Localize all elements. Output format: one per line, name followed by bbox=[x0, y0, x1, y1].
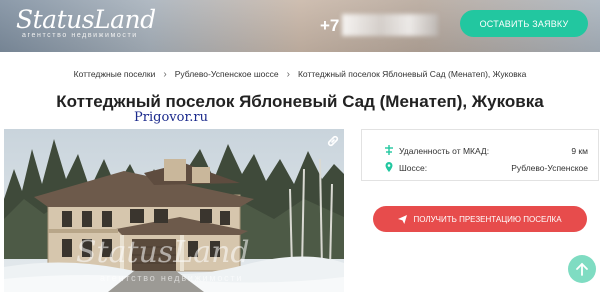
site-header: StatusLand агентство недвижимости +7 ОСТ… bbox=[0, 0, 600, 52]
photo-watermark-tagline: агентство недвижимости bbox=[100, 273, 244, 283]
paper-plane-icon bbox=[398, 214, 408, 224]
breadcrumb-item[interactable]: Коттеджные поселки bbox=[74, 69, 156, 79]
phone-number-blurred bbox=[342, 14, 438, 36]
map-pin-icon bbox=[385, 162, 393, 172]
info-row-distance: Удаленность от МКАД: 9 км bbox=[362, 144, 598, 158]
phone-number[interactable]: +7 bbox=[320, 16, 339, 36]
breadcrumb-current: Коттеджный поселок Яблоневый Сад (Менате… bbox=[297, 69, 527, 79]
chevron-right-icon: › bbox=[163, 68, 167, 80]
road-icon bbox=[385, 145, 393, 155]
photo-watermark: StatusLand bbox=[76, 235, 250, 270]
breadcrumb: Коттеджные поселки › Рублево-Успенское ш… bbox=[0, 66, 600, 82]
arrow-up-icon bbox=[576, 262, 588, 276]
breadcrumb-item[interactable]: Рублево-Успенское шоссе bbox=[175, 69, 279, 79]
logo-text: StatusLand bbox=[16, 5, 156, 34]
info-value[interactable]: Рублево-Успенское bbox=[511, 163, 588, 173]
page-title: Коттеджный поселок Яблоневый Сад (Менате… bbox=[56, 92, 544, 111]
info-value: 9 км bbox=[571, 146, 588, 156]
scroll-to-top-button[interactable] bbox=[568, 255, 596, 283]
page: StatusLand агентство недвижимости +7 ОСТ… bbox=[0, 0, 600, 292]
link-icon[interactable] bbox=[326, 134, 340, 148]
info-row-highway: Шоссе: Рублево-Успенское bbox=[362, 161, 598, 175]
get-presentation-button[interactable]: ПОЛУЧИТЬ ПРЕЗЕНТАЦИЮ ПОСЕЛКА bbox=[373, 206, 587, 232]
logo[interactable]: StatusLand агентство недвижимости bbox=[16, 5, 156, 40]
get-presentation-label: ПОЛУЧИТЬ ПРЕЗЕНТАЦИЮ ПОСЕЛКА bbox=[413, 214, 562, 224]
chevron-right-icon: › bbox=[286, 68, 290, 80]
logo-tagline: агентство недвижимости bbox=[22, 32, 138, 39]
settlement-info-box: Удаленность от МКАД: 9 км Шоссе: Рублево… bbox=[361, 129, 599, 181]
leave-request-button[interactable]: ОСТАВИТЬ ЗАЯВКУ bbox=[460, 10, 588, 37]
source-watermark: Prigovor.ru bbox=[134, 110, 208, 125]
info-label: Шоссе: bbox=[399, 163, 428, 173]
info-label: Удаленность от МКАД: bbox=[399, 146, 490, 156]
